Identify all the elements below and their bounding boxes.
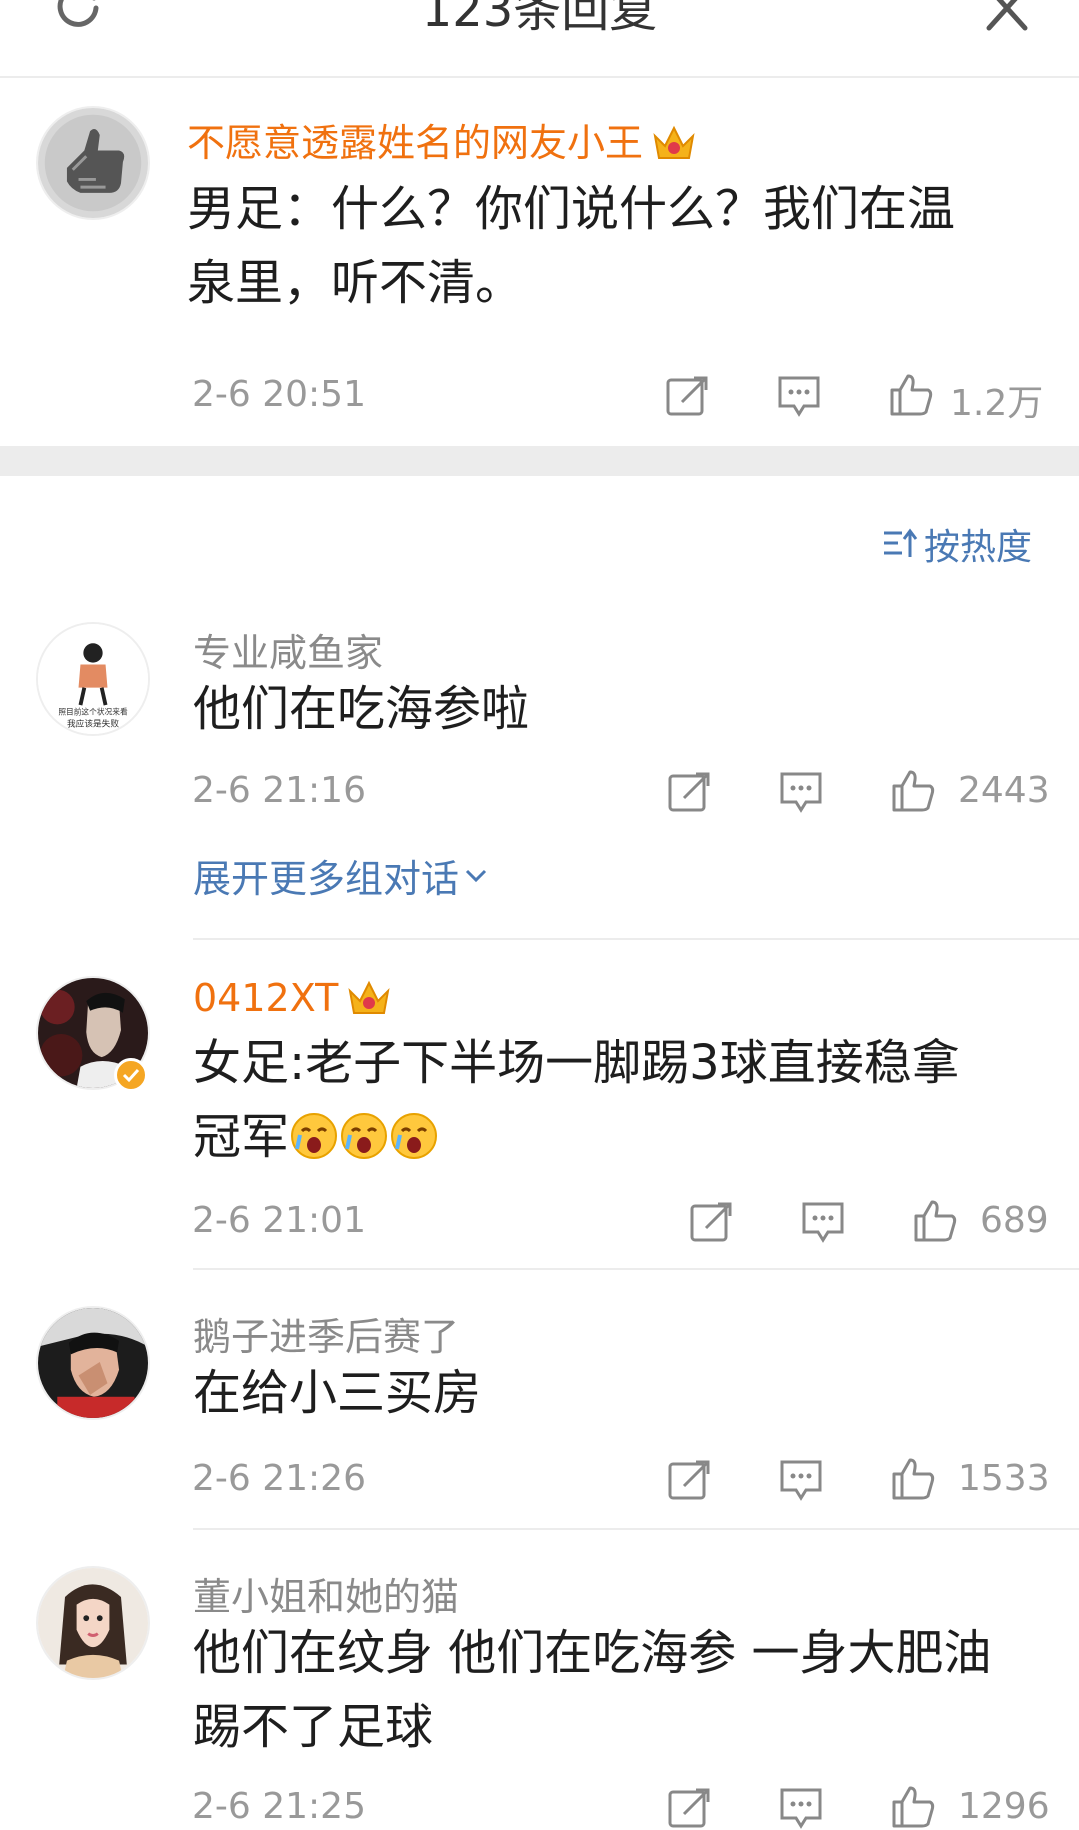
avatar[interactable]	[36, 1566, 150, 1680]
sort-toggle[interactable]: 按热度	[882, 518, 1032, 570]
page-title: 123条回复	[421, 0, 658, 38]
comment-icon[interactable]	[800, 1200, 846, 1244]
avatar[interactable]: 照目前这个状况来看 我应该是失败	[36, 622, 150, 736]
avatar[interactable]	[36, 1306, 150, 1420]
avatar[interactable]	[36, 106, 150, 220]
comment-icon[interactable]	[778, 1458, 824, 1502]
like-count: 1.2万	[950, 383, 1044, 424]
repost-icon[interactable]	[666, 1786, 712, 1830]
like-icon[interactable]	[888, 372, 934, 416]
repost-icon[interactable]	[666, 1458, 712, 1502]
content-line: 女足:老子下半场一脚踢3球直接稳拿	[193, 1035, 960, 1091]
expand-label[interactable]: 展开更多组对话	[193, 848, 459, 903]
expand-more-link[interactable]: 展开更多组对话	[193, 848, 489, 903]
crown-icon	[651, 122, 697, 162]
content-line: 冠军	[193, 1100, 1053, 1174]
reply-username[interactable]: 董小姐和她的猫	[193, 1566, 459, 1621]
svg-text:我应该是失败: 我应该是失败	[67, 717, 119, 729]
top-bar: 123条回复	[0, 0, 1079, 78]
comment-icon[interactable]	[776, 374, 822, 418]
reply-content: 他们在吃海参啦	[193, 681, 530, 737]
username-text[interactable]: 0412XT	[193, 976, 338, 1020]
section-divider	[0, 446, 1079, 476]
post-time: 2-6 20:51	[192, 374, 366, 415]
reply-time: 2-6 21:01	[192, 1200, 366, 1241]
like-icon[interactable]	[890, 768, 936, 812]
like-count: 2443	[958, 770, 1050, 811]
repost-icon[interactable]	[666, 770, 712, 814]
like-icon[interactable]	[890, 1784, 936, 1828]
comment-icon[interactable]	[778, 1786, 824, 1830]
reply-separator	[193, 938, 1079, 940]
reply-content: 在给小三买房	[193, 1365, 482, 1421]
content-line: 他们在纹身 他们在吃海参 一身大肥油	[193, 1625, 992, 1681]
reply-separator	[193, 1528, 1079, 1530]
reply-username[interactable]: 鹅子进季后赛了	[193, 1306, 459, 1361]
reply-username[interactable]: 0412XT	[193, 976, 392, 1021]
content-line: 男足：什么？你们说什么？我们在温	[187, 181, 956, 237]
sort-label[interactable]: 按热度	[924, 518, 1032, 570]
like-icon[interactable]	[912, 1198, 958, 1242]
content-line: 泉里，听不清。	[187, 255, 524, 311]
like-count: 689	[980, 1200, 1049, 1241]
content-line: 踢不了足球	[193, 1699, 434, 1755]
like-icon[interactable]	[890, 1456, 936, 1500]
comment-icon[interactable]	[778, 770, 824, 814]
main-post-username[interactable]: 不愿意透露姓名的网友小王	[187, 112, 697, 167]
crying-emoji-icon	[389, 1108, 439, 1159]
reply-separator	[193, 1268, 1079, 1270]
reply-time: 2-6 21:16	[192, 770, 366, 811]
crying-emoji-icon	[289, 1108, 339, 1159]
repost-icon[interactable]	[664, 374, 710, 418]
like-count: 1533	[958, 1458, 1050, 1499]
like-count: 1296	[958, 1786, 1050, 1827]
content-text: 冠军	[193, 1109, 290, 1165]
reply-time: 2-6 21:25	[192, 1786, 366, 1827]
chevron-down-icon	[465, 869, 487, 882]
reply-username[interactable]: 专业咸鱼家	[193, 622, 383, 677]
reply-content: 女足:老子下半场一脚踢3球直接稳拿 冠军	[193, 1026, 1053, 1174]
sort-icon	[884, 528, 918, 557]
reply-content: 他们在纹身 他们在吃海参 一身大肥油 踢不了足球	[193, 1616, 1053, 1764]
main-post: 不愿意透露姓名的网友小王 男足：什么？你们说什么？我们在温 泉里，听不清。 2-…	[0, 78, 1079, 446]
username-text[interactable]: 不愿意透露姓名的网友小王	[187, 121, 643, 165]
svg-text:照目前这个状况来看: 照目前这个状况来看	[58, 707, 128, 717]
crown-icon	[346, 977, 392, 1017]
verified-badge-icon	[114, 1058, 148, 1092]
main-post-content: 男足：什么？你们说什么？我们在温 泉里，听不清。	[187, 172, 1047, 320]
close-icon[interactable]	[985, 0, 1029, 32]
reply-time: 2-6 21:26	[192, 1458, 366, 1499]
repost-icon[interactable]	[688, 1200, 734, 1244]
crying-emoji-icon	[339, 1108, 389, 1159]
